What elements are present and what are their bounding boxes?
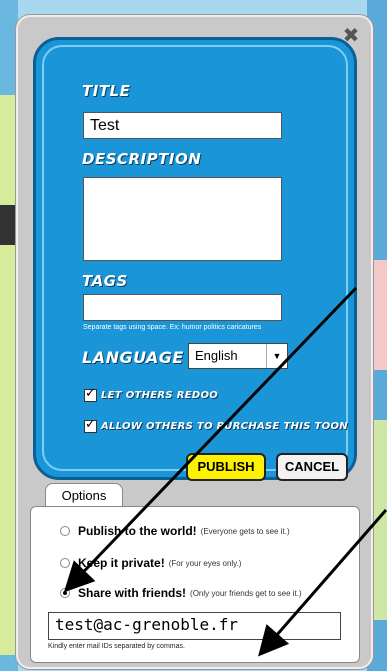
language-value: English bbox=[195, 348, 238, 363]
redoo-checkbox-label: LET OTHERS REDOO bbox=[101, 390, 219, 401]
option-desc: (Only your friends get to see it.) bbox=[190, 588, 302, 598]
description-label: DESCRIPTION bbox=[82, 150, 202, 168]
radio-publish-world[interactable] bbox=[60, 526, 70, 536]
title-input[interactable]: Test bbox=[83, 112, 282, 139]
language-label: LANGUAGE bbox=[82, 348, 184, 367]
cancel-button[interactable]: CANCEL bbox=[276, 453, 348, 481]
language-select[interactable]: English ▼ bbox=[188, 343, 288, 369]
purchase-checkbox-row[interactable]: ALLOW OTHERS TO PURCHASE THIS TOON bbox=[84, 417, 348, 433]
options-tab[interactable]: Options bbox=[45, 483, 123, 508]
email-hint: Kindly enter mail IDs separated by comma… bbox=[48, 643, 185, 650]
email-input[interactable]: test@ac-grenoble.fr bbox=[48, 612, 341, 640]
tags-input[interactable] bbox=[83, 294, 282, 321]
option-desc: (For your eyes only.) bbox=[168, 558, 242, 568]
publish-button[interactable]: PUBLISH bbox=[186, 453, 266, 481]
tags-hint: Separate tags using space. Ex: humor pol… bbox=[83, 324, 262, 331]
description-input[interactable] bbox=[83, 177, 282, 261]
option-share-friends[interactable]: Share with friends! (Only your friends g… bbox=[60, 586, 302, 600]
redoo-checkbox-row[interactable]: LET OTHERS REDOO bbox=[84, 386, 219, 402]
radio-keep-private[interactable] bbox=[60, 558, 70, 568]
option-title: Share with friends! bbox=[78, 586, 187, 600]
chevron-down-icon[interactable]: ▼ bbox=[266, 344, 287, 368]
tags-label: TAGS bbox=[82, 272, 128, 290]
redoo-checkbox[interactable] bbox=[84, 386, 97, 402]
title-label: TITLE bbox=[82, 82, 131, 100]
purchase-checkbox-label: ALLOW OTHERS TO PURCHASE THIS TOON bbox=[101, 421, 348, 432]
option-title: Keep it private! bbox=[78, 556, 165, 570]
purchase-checkbox[interactable] bbox=[84, 417, 97, 433]
publish-panel: TITLE Test DESCRIPTION TAGS Separate tag… bbox=[33, 37, 357, 480]
option-keep-private[interactable]: Keep it private! (For your eyes only.) bbox=[60, 556, 241, 570]
radio-share-friends[interactable] bbox=[60, 588, 70, 598]
option-title: Publish to the world! bbox=[78, 524, 197, 538]
option-publish-world[interactable]: Publish to the world! (Everyone gets to … bbox=[60, 524, 290, 538]
option-desc: (Everyone gets to see it.) bbox=[200, 526, 290, 536]
